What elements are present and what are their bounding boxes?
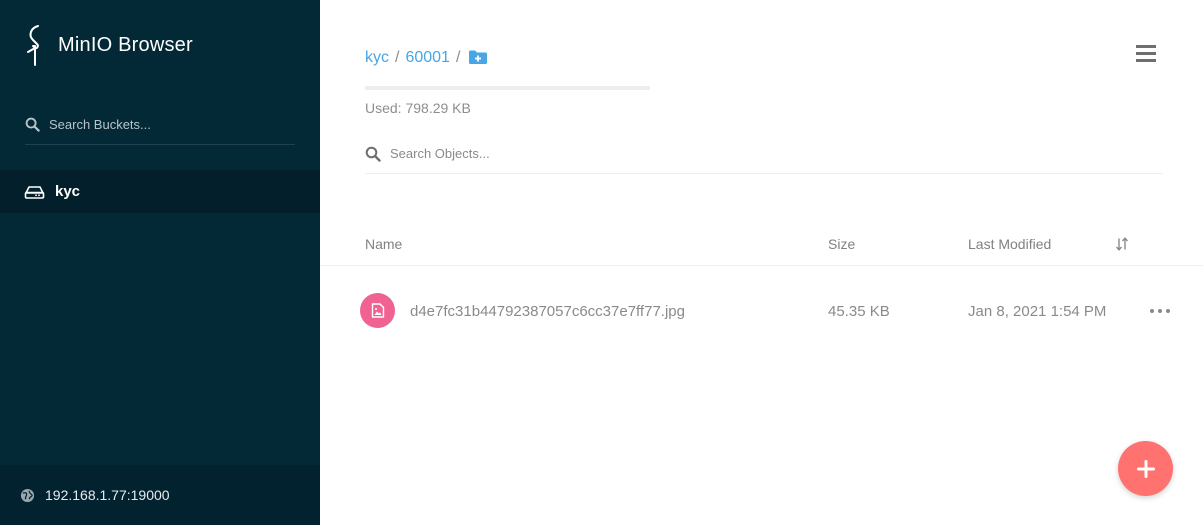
sort-icon[interactable] — [1115, 237, 1129, 251]
sidebar-item-kyc[interactable]: kyc — [0, 170, 320, 213]
breadcrumb-item-bucket[interactable]: kyc — [365, 49, 389, 67]
plus-icon — [1136, 459, 1155, 478]
column-header-size[interactable]: Size — [828, 236, 855, 252]
globe-icon — [20, 488, 35, 502]
brand-name: MinIO Browser — [58, 33, 193, 56]
more-dot — [1166, 309, 1170, 313]
usage-bar — [365, 86, 650, 90]
object-last-modified: Jan 8, 2021 1:54 PM — [968, 303, 1107, 320]
search-icon — [365, 146, 381, 162]
breadcrumb: kyc / 60001 / — [365, 46, 488, 70]
menu-button[interactable] — [1135, 43, 1157, 65]
more-dot — [1158, 309, 1162, 313]
add-fab-button[interactable] — [1118, 441, 1173, 496]
object-size: 45.35 KB — [828, 303, 890, 320]
sidebar: MinIO Browser kyc 192.168.1.77:19000 — [0, 0, 320, 525]
more-actions-button[interactable] — [1150, 303, 1170, 319]
hamburger-menu-icon — [1136, 45, 1156, 62]
breadcrumb-item-folder[interactable]: 60001 — [405, 49, 450, 67]
image-file-icon[interactable] — [360, 293, 395, 328]
drive-icon — [24, 185, 45, 199]
image-file-glyph-icon — [371, 303, 384, 318]
host-bar: 192.168.1.77:19000 — [0, 465, 320, 525]
breadcrumb-separator: / — [395, 49, 400, 66]
breadcrumb-separator: / — [455, 49, 461, 66]
column-header-name[interactable]: Name — [365, 236, 402, 252]
folder-plus-icon — [469, 50, 488, 64]
table-header: Name Size Last Modified — [320, 224, 1203, 266]
object-name[interactable]: d4e7fc31b44792387057c6cc37e7ff77.jpg — [410, 303, 685, 320]
object-search-input[interactable] — [390, 146, 990, 161]
bucket-search-input[interactable] — [49, 116, 279, 132]
object-search — [365, 138, 1163, 174]
sidebar-item-label: kyc — [55, 183, 81, 200]
more-dot — [1150, 309, 1154, 313]
column-header-last-modified[interactable]: Last Modified — [968, 236, 1051, 252]
used-storage-text: Used: 798.29 KB — [365, 100, 471, 116]
bucket-search — [25, 108, 295, 145]
host-address: 192.168.1.77:19000 — [45, 487, 170, 503]
main-content: kyc / 60001 / Used: 798.29 KB Name — [320, 0, 1203, 525]
brand: MinIO Browser — [24, 24, 193, 66]
search-icon — [25, 117, 40, 132]
minio-logo-icon — [27, 25, 39, 66]
new-folder-button[interactable] — [466, 46, 488, 70]
table-row[interactable]: d4e7fc31b44792387057c6cc37e7ff77.jpg 45.… — [320, 286, 1203, 338]
